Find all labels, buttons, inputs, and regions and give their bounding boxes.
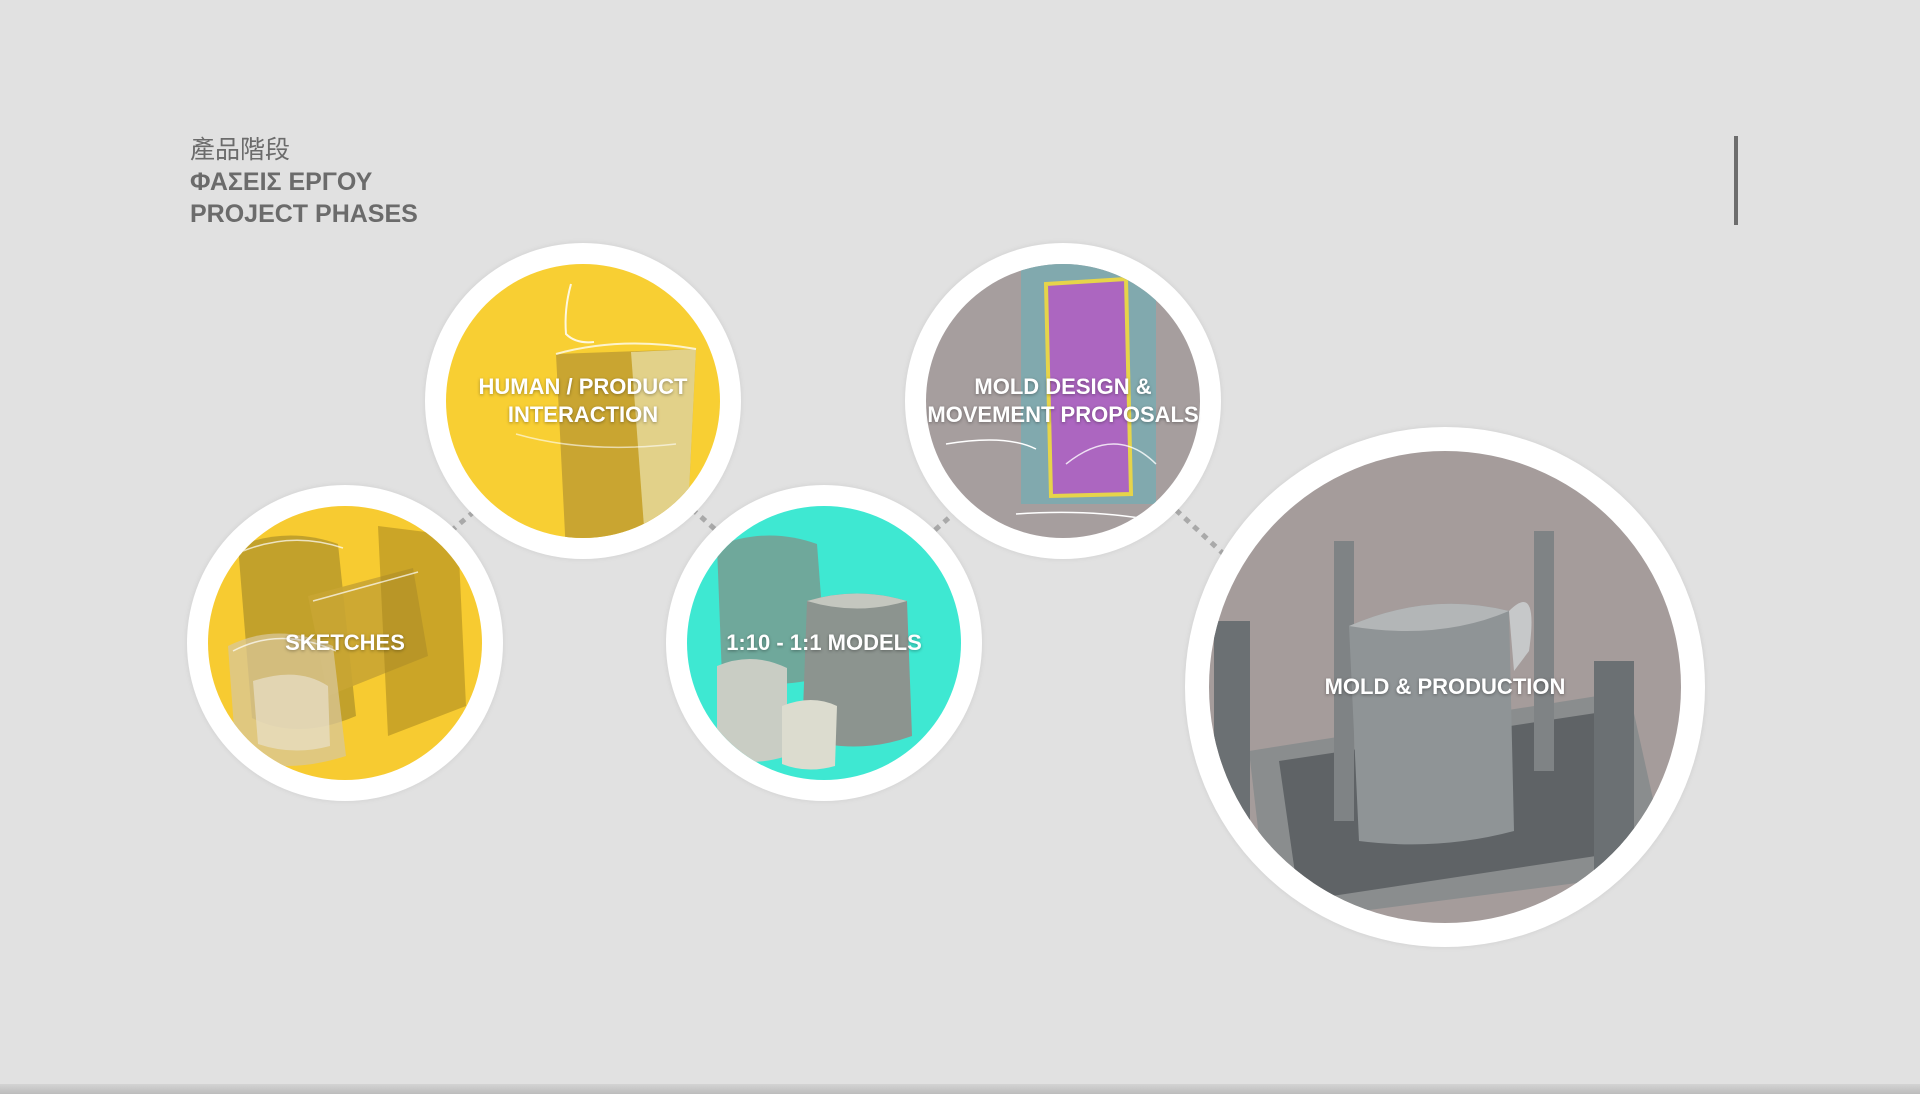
models-label: 1:10 - 1:1 MODELS [726, 630, 922, 655]
phase-mold-production[interactable]: MOLD & PRODUCTION [1185, 427, 1705, 947]
human-product-interaction-label: HUMAN / PRODUCT INTERACTION [478, 374, 688, 427]
bottom-edge [0, 1084, 1920, 1094]
phase-mold-design[interactable]: MOLD DESIGN & MOVEMENT PROPOSALS [905, 243, 1221, 559]
sketches-label: SKETCHES [285, 630, 405, 655]
project-phases-page: 產品階段 ΦΑΣΕΙΣ ΕΡΓΟΥ PROJECT PHASES SKETCHE… [0, 0, 1920, 1094]
mold-production-label: MOLD & PRODUCTION [1324, 674, 1566, 699]
mold-design-label: MOLD DESIGN & MOVEMENT PROPOSALS [927, 374, 1199, 427]
